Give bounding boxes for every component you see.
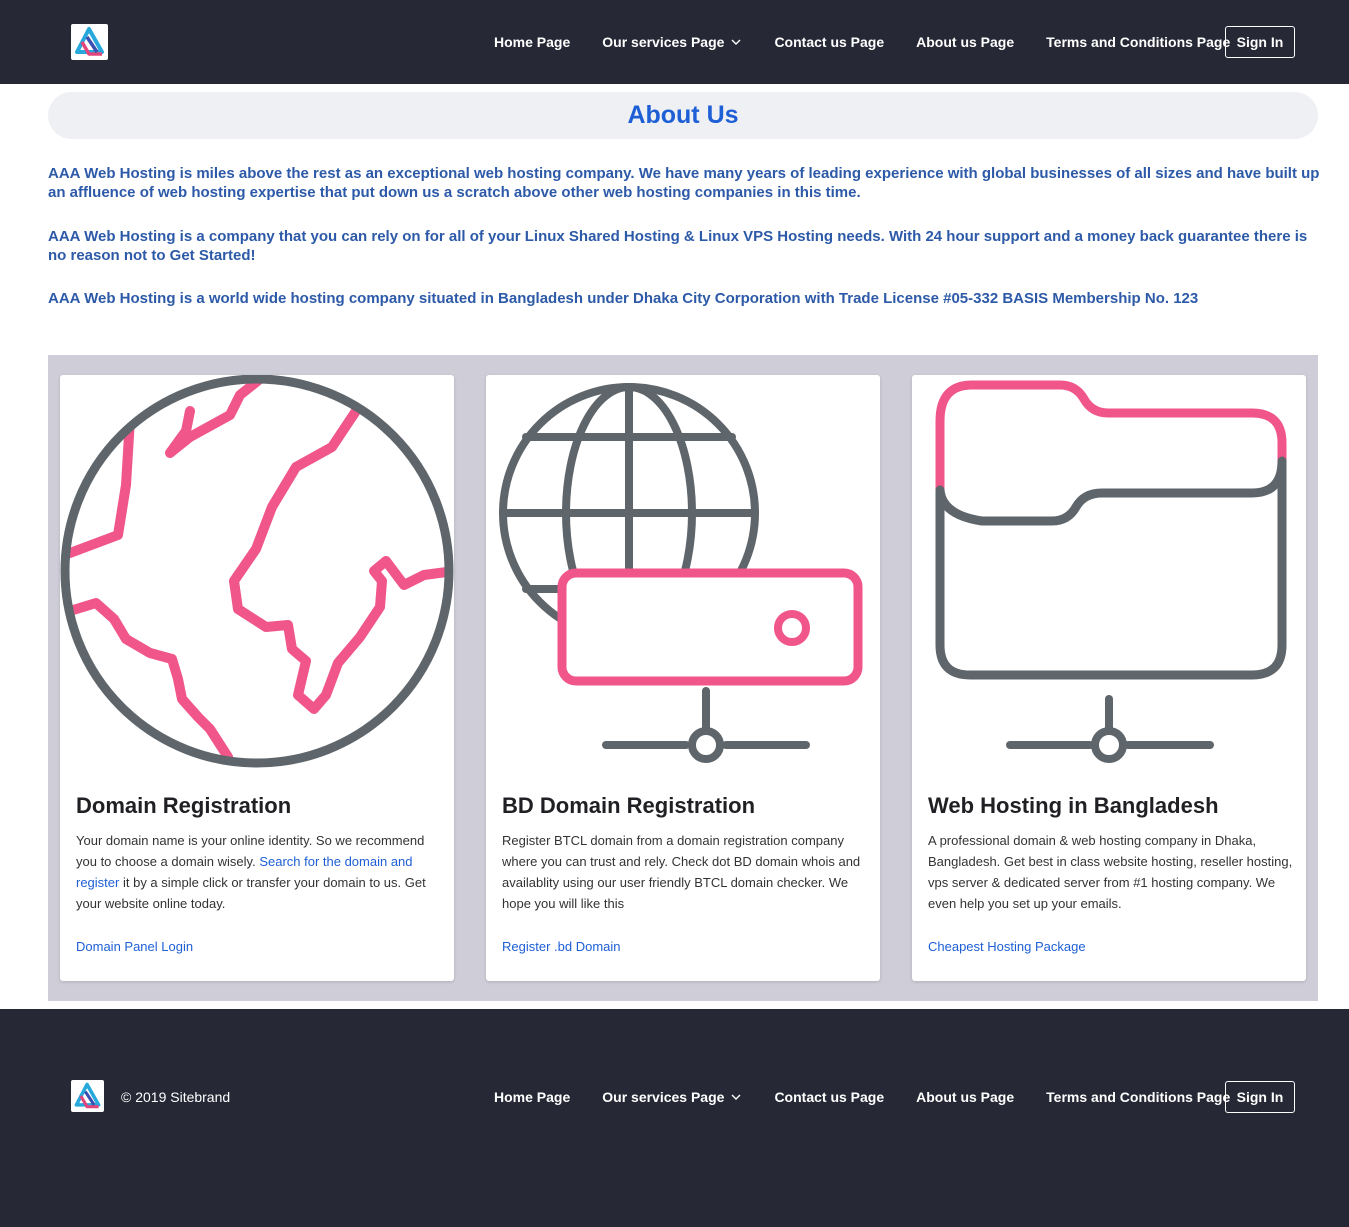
footer-nav-about[interactable]: About us Page xyxy=(916,1089,1014,1105)
footer-nav-services[interactable]: Our services Page xyxy=(602,1089,742,1105)
card-description: A professional domain & web hosting comp… xyxy=(928,833,1293,911)
footer-nav: Home Page Our services Page Contact us P… xyxy=(494,1055,1230,1139)
brand-logo-icon[interactable] xyxy=(71,1080,104,1112)
chevron-down-icon xyxy=(731,39,741,45)
footer-nav-services-label: Our services Page xyxy=(602,1089,725,1105)
nav-services[interactable]: Our services Page xyxy=(602,34,742,50)
card-title: BD Domain Registration xyxy=(502,793,756,818)
nav-about[interactable]: About us Page xyxy=(916,34,1014,50)
service-card: Domain Registration Your domain name is … xyxy=(60,375,454,981)
services-section: Domain Registration Your domain name is … xyxy=(48,355,1318,1001)
footer-sign-in-button[interactable]: Sign In xyxy=(1225,1081,1295,1113)
folder-network-icon xyxy=(935,380,1287,763)
brand-logo-icon[interactable] xyxy=(71,24,108,60)
footer: © 2019 Sitebrand Home Page Our services … xyxy=(0,1009,1349,1227)
sign-in-button[interactable]: Sign In xyxy=(1225,26,1295,58)
nav-terms[interactable]: Terms and Conditions Page xyxy=(1046,34,1230,50)
about-paragraph: AAA Web Hosting is miles above the rest … xyxy=(48,165,1320,201)
copyright-text: © 2019 Sitebrand xyxy=(121,1089,231,1105)
service-card: BD Domain Registration Register BTCL dom… xyxy=(486,375,880,981)
footer-nav-terms[interactable]: Terms and Conditions Page xyxy=(1046,1089,1230,1105)
card-description-text: it by a simple click or transfer your do… xyxy=(76,875,426,911)
cheapest-hosting-link[interactable]: Cheapest Hosting Package xyxy=(928,939,1086,954)
chevron-down-icon xyxy=(731,1094,741,1100)
nav-services-label: Our services Page xyxy=(602,34,725,50)
card-description: Register BTCL domain from a domain regis… xyxy=(502,833,861,911)
nav-contact[interactable]: Contact us Page xyxy=(774,34,884,50)
top-navbar: Home Page Our services Page Contact us P… xyxy=(0,0,1349,84)
about-paragraph: AAA Web Hosting is a company that you ca… xyxy=(48,228,1308,264)
globe-server-icon xyxy=(499,383,863,763)
register-bd-domain-link[interactable]: Register .bd Domain xyxy=(502,939,621,954)
nav-home[interactable]: Home Page xyxy=(494,34,570,50)
page-title: About Us xyxy=(627,101,739,129)
about-paragraph: AAA Web Hosting is a world wide hosting … xyxy=(48,290,1199,307)
globe-icon xyxy=(60,375,454,768)
about-title-banner: About Us xyxy=(48,92,1318,139)
domain-panel-login-link[interactable]: Domain Panel Login xyxy=(76,939,193,954)
footer-nav-home[interactable]: Home Page xyxy=(494,1089,570,1105)
card-title: Domain Registration xyxy=(76,793,292,818)
main-nav: Home Page Our services Page Contact us P… xyxy=(494,0,1230,84)
service-card: Web Hosting in Bangladesh A professional… xyxy=(912,375,1306,981)
footer-nav-contact[interactable]: Contact us Page xyxy=(774,1089,884,1105)
card-description: Your domain name is your online identity… xyxy=(76,830,442,914)
card-title: Web Hosting in Bangladesh xyxy=(928,793,1219,818)
